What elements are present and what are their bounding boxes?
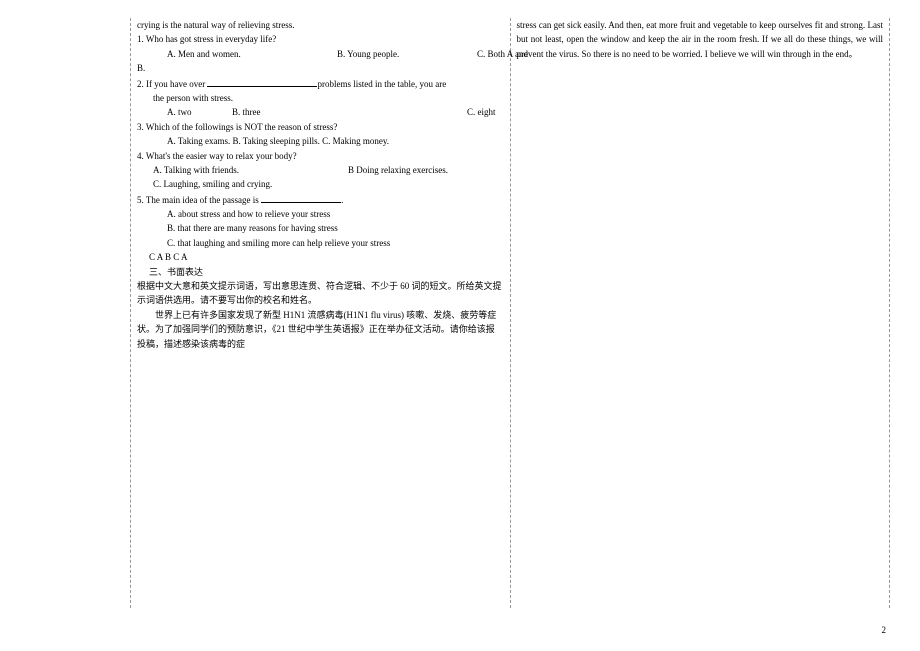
q4-row1: A. Talking with friends. B Doing relaxin… [137, 163, 504, 177]
right-column: stress can get sick easily. And then, ea… [511, 18, 891, 608]
section-heading: 三、书面表达 [137, 265, 504, 279]
question-5: 5. The main idea of the passage is . [137, 192, 504, 207]
prompt-para: 世界上已有许多国家发现了新型 H1N1 流感病毒(H1N1 flu virus)… [137, 308, 504, 351]
intro-line: crying is the natural way of relieving s… [137, 18, 504, 32]
answer-key: C A B C A [137, 250, 504, 264]
q2-part-a: 2. If you have over [137, 79, 207, 89]
question-3: 3. Which of the followings is NOT the re… [137, 120, 504, 134]
page-number: 2 [882, 623, 887, 637]
question-4: 4. What's the easier way to relax your b… [137, 149, 504, 163]
q5-part-b: . [341, 195, 343, 205]
q5-opt-a: A. about stress and how to relieve your … [137, 207, 504, 221]
question-2: 2. If you have over problems listed in t… [137, 76, 504, 91]
essay-continuation: stress can get sick easily. And then, ea… [517, 18, 884, 61]
q5-blank [261, 192, 341, 203]
q1-opt-c-cont: B. [137, 61, 504, 75]
q1-opt-a: A. Men and women. [167, 47, 337, 61]
q5-part-a: 5. The main idea of the passage is [137, 195, 261, 205]
left-column: crying is the natural way of relieving s… [130, 18, 511, 608]
q2-blank [207, 76, 317, 87]
q5-opt-c: C. that laughing and smiling more can he… [137, 236, 504, 250]
instruction-para: 根据中文大意和英文提示词语，写出意思连贯、符合逻辑、不少于 60 词的短文。所给… [137, 279, 504, 308]
q2-cont: the person with stress. [137, 91, 504, 105]
q4-opt-b: B Doing relaxing exercises. [348, 163, 448, 177]
q1-opt-b: B. Young people. [337, 47, 477, 61]
q2-part-b: problems listed in the table, you are [317, 79, 446, 89]
q2-options-row: A. two B. three C. eight [137, 105, 504, 119]
q5-opt-b: B. that there are many reasons for havin… [137, 221, 504, 235]
q4-opt-c: C. Laughing, smiling and crying. [137, 177, 504, 191]
q3-options: A. Taking exams. B. Taking sleeping pill… [137, 134, 504, 148]
q1-options-row: A. Men and women. B. Young people. C. Bo… [137, 47, 504, 61]
q2-opt-c: C. eight [467, 105, 496, 119]
q2-opt-a: A. two [167, 105, 232, 119]
q2-opt-b: B. three [232, 105, 467, 119]
q4-opt-a: A. Talking with friends. [153, 163, 348, 177]
question-1: 1. Who has got stress in everyday life? [137, 32, 504, 46]
